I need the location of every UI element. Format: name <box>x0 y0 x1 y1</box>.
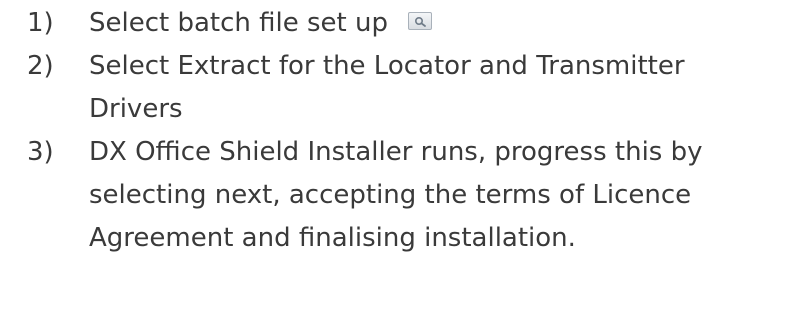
step-1: 1) Select batch file set up <box>27 2 777 45</box>
step-number: 1) <box>27 8 54 38</box>
step-3: 3) DX Office Shield Installer runs, prog… <box>27 131 777 260</box>
batch-setup-button-icon <box>408 11 432 30</box>
step-line: Drivers <box>89 94 183 124</box>
step-text: DX Office Shield Installer runs, progres… <box>89 131 777 260</box>
step-2: 2) Select Extract for the Locator and Tr… <box>27 45 777 131</box>
step-line: selecting next, accepting the terms of L… <box>89 180 692 210</box>
step-line: Agreement and finalising installation. <box>89 223 576 253</box>
step-line: DX Office Shield Installer runs, progres… <box>89 137 703 167</box>
step-text: Select Extract for the Locator and Trans… <box>89 45 777 131</box>
step-text: Select batch file set up <box>89 2 777 45</box>
step-line: Select batch file set up <box>89 8 388 38</box>
instruction-steps: 1) Select batch file set up 2) Select Ex… <box>27 2 777 260</box>
step-line: Select Extract for the Locator and Trans… <box>89 51 685 81</box>
step-number: 3) <box>27 137 54 167</box>
step-number: 2) <box>27 51 54 81</box>
